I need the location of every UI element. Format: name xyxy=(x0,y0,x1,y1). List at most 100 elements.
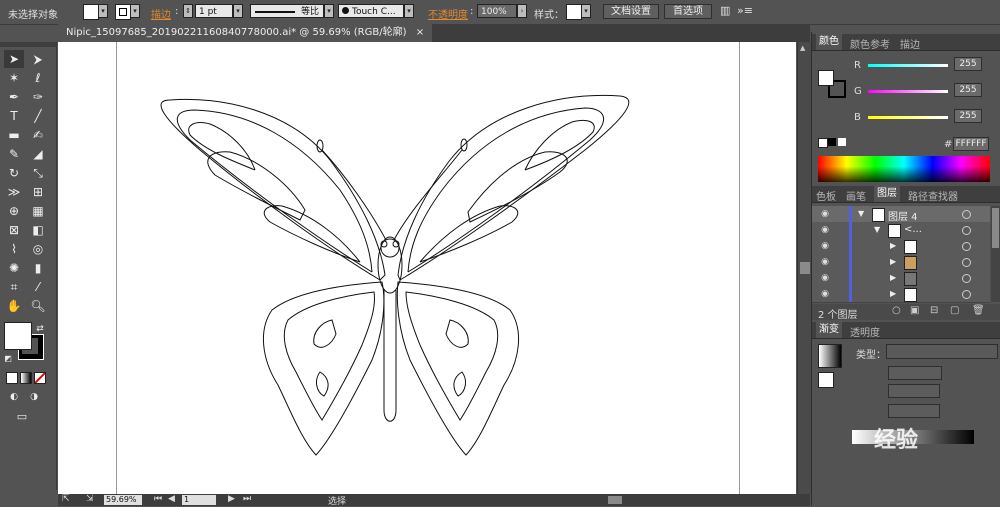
shape-builder-icon[interactable]: ⊕ xyxy=(4,202,24,220)
gradient-type-select[interactable] xyxy=(886,344,998,359)
eraser-icon[interactable]: ◢ xyxy=(28,145,48,163)
make-clip-mask-icon[interactable]: ▣ xyxy=(910,305,919,316)
hex-input[interactable]: FFFFFF xyxy=(953,137,989,151)
horizontal-scroll-thumb[interactable] xyxy=(608,496,622,504)
stroke-weight-stepper[interactable]: ⇕ xyxy=(183,4,193,18)
visibility-eye-icon[interactable]: ◉ xyxy=(819,273,831,283)
expand-triangle-icon[interactable]: ▶ xyxy=(890,273,896,282)
gradient-mode-icon[interactable] xyxy=(20,372,32,384)
r-value[interactable]: 255 xyxy=(954,57,982,71)
opacity-input[interactable]: 100% xyxy=(477,4,517,18)
graph-icon[interactable]: ▮ xyxy=(28,259,48,277)
symbol-sprayer-icon[interactable]: ✺ xyxy=(4,259,24,277)
magic-wand-icon[interactable]: ✶ xyxy=(4,69,24,87)
curvature-icon[interactable]: ✑ xyxy=(28,88,48,106)
gradient-icon[interactable]: ◧ xyxy=(28,221,48,239)
pen-icon[interactable]: ✒ xyxy=(4,88,24,106)
none-swatch[interactable] xyxy=(818,138,828,148)
eyedropper-icon[interactable]: ⌇ xyxy=(4,240,24,258)
color-spectrum[interactable] xyxy=(818,156,990,182)
stroke-gradient-buttons[interactable] xyxy=(888,366,942,380)
tab-color[interactable]: 颜色 xyxy=(816,34,842,50)
tab-brushes[interactable]: 画笔 xyxy=(846,188,866,203)
style-dropdown-icon[interactable]: ▾ xyxy=(581,4,591,18)
tab-stroke[interactable]: 描边 xyxy=(900,36,920,51)
graphic-style-swatch[interactable] xyxy=(566,4,582,20)
b-value[interactable]: 255 xyxy=(954,109,982,123)
fill-color-box[interactable] xyxy=(4,322,32,350)
layer-row[interactable]: ◉ ▶ xyxy=(812,286,990,303)
opacity-label[interactable]: 不透明度 xyxy=(428,6,468,21)
draw-mode-icon[interactable]: ◐ xyxy=(4,388,24,406)
direct-selection-icon[interactable]: ⮞ xyxy=(28,50,48,68)
stroke-label[interactable]: 描边 xyxy=(151,6,171,21)
stroke-dropdown-icon[interactable]: ▾ xyxy=(130,4,140,18)
canvas[interactable] xyxy=(58,42,796,494)
layer-row[interactable]: ◉ ▶ xyxy=(812,238,990,255)
tab-transparency[interactable]: 透明度 xyxy=(850,324,880,339)
g-value[interactable]: 255 xyxy=(954,83,982,97)
last-artboard-icon[interactable]: ⏭ xyxy=(243,494,251,504)
hand-icon[interactable]: ✋ xyxy=(4,297,24,315)
vertical-scrollbar[interactable]: ▲ xyxy=(797,42,812,494)
stroke-weight-input[interactable]: 1 pt xyxy=(195,4,233,18)
prev-artboard-icon[interactable]: ◀ xyxy=(168,494,175,504)
perspective-icon[interactable]: ▦ xyxy=(28,202,48,220)
scroll-up-icon[interactable]: ▲ xyxy=(800,44,805,52)
default-colors-icon[interactable]: ◩ xyxy=(2,350,14,368)
scale-icon[interactable]: ⤡ xyxy=(28,164,48,182)
new-layer-icon[interactable]: ▢ xyxy=(950,305,959,316)
profile-dropdown-icon[interactable]: ▾ xyxy=(324,4,334,18)
butterfly-outline-artwork[interactable] xyxy=(58,42,796,494)
lasso-icon[interactable]: ℓ xyxy=(28,69,48,87)
document-setup-button[interactable]: 文档设置 xyxy=(603,4,659,19)
new-sublayer-icon[interactable]: ⊟ xyxy=(930,305,938,316)
expand-triangle-icon[interactable]: ▼ xyxy=(874,225,880,234)
first-artboard-icon[interactable]: ⏮ xyxy=(154,494,162,504)
gradient-stroke-box[interactable] xyxy=(818,372,834,388)
visibility-eye-icon[interactable]: ◉ xyxy=(819,209,831,219)
stroke-weight-dropdown-icon[interactable]: ▾ xyxy=(233,4,243,18)
visibility-eye-icon[interactable]: ◉ xyxy=(819,225,831,235)
preferences-button[interactable]: 首选项 xyxy=(664,4,712,19)
document-tab[interactable]: Nipic_15097685_20190221160840778000.ai* … xyxy=(58,24,433,42)
draw-behind-icon[interactable]: ◑ xyxy=(24,388,44,406)
layer-row[interactable]: ◉ ▼ <... xyxy=(812,222,990,239)
brush-definition[interactable]: Touch C... xyxy=(338,4,404,18)
layer-row[interactable]: ◉ ▶ xyxy=(812,254,990,271)
target-circle-icon[interactable] xyxy=(962,226,971,235)
layer-name[interactable]: <... xyxy=(904,224,922,235)
width-icon[interactable]: ≫ xyxy=(4,183,24,201)
layer-row[interactable]: ◉ ▶ xyxy=(812,270,990,287)
b-slider[interactable] xyxy=(868,116,948,119)
scroll-thumb[interactable] xyxy=(800,262,810,274)
rotate-icon[interactable]: ↻ xyxy=(4,164,24,182)
opacity-arrow-icon[interactable]: › xyxy=(517,4,527,18)
type-icon[interactable]: T xyxy=(4,107,24,125)
expand-triangle-icon[interactable]: ▶ xyxy=(890,289,896,298)
pencil-icon[interactable]: ✎ xyxy=(4,145,24,163)
tab-pathfinder[interactable]: 路径查找器 xyxy=(908,188,958,203)
selection-tool-icon[interactable]: ➤ xyxy=(4,50,24,68)
slice-icon[interactable]: ⁄ xyxy=(28,278,48,296)
visibility-eye-icon[interactable]: ◉ xyxy=(819,257,831,267)
gradient-thumbnail[interactable] xyxy=(818,344,842,368)
blend-icon[interactable]: ◎ xyxy=(28,240,48,258)
zoom-icon-status[interactable]: ⇱ xyxy=(62,494,70,504)
fill-indicator[interactable] xyxy=(818,70,834,86)
arrange-icon[interactable]: ▥ xyxy=(720,4,730,17)
angle-input[interactable] xyxy=(888,384,940,398)
paintbrush-icon[interactable]: ✍ xyxy=(28,126,48,144)
r-slider[interactable] xyxy=(868,64,948,67)
expand-triangle-icon[interactable]: ▶ xyxy=(890,241,896,250)
rectangle-icon[interactable]: ▬ xyxy=(4,126,24,144)
line-icon[interactable]: ╱ xyxy=(28,107,48,125)
color-mode-icon[interactable] xyxy=(6,372,18,384)
variable-width-profile[interactable]: 等比 xyxy=(250,4,324,18)
panel-menu-icon[interactable]: »≡ xyxy=(737,4,753,17)
next-artboard-icon[interactable]: ▶ xyxy=(228,494,235,504)
swap-fill-stroke-icon[interactable]: ⇄ xyxy=(34,320,46,338)
layer-row[interactable]: ◉ ▼ 图层 4 xyxy=(812,206,990,223)
target-circle-icon[interactable] xyxy=(962,258,971,267)
brush-dropdown-icon[interactable]: ▾ xyxy=(404,4,414,18)
